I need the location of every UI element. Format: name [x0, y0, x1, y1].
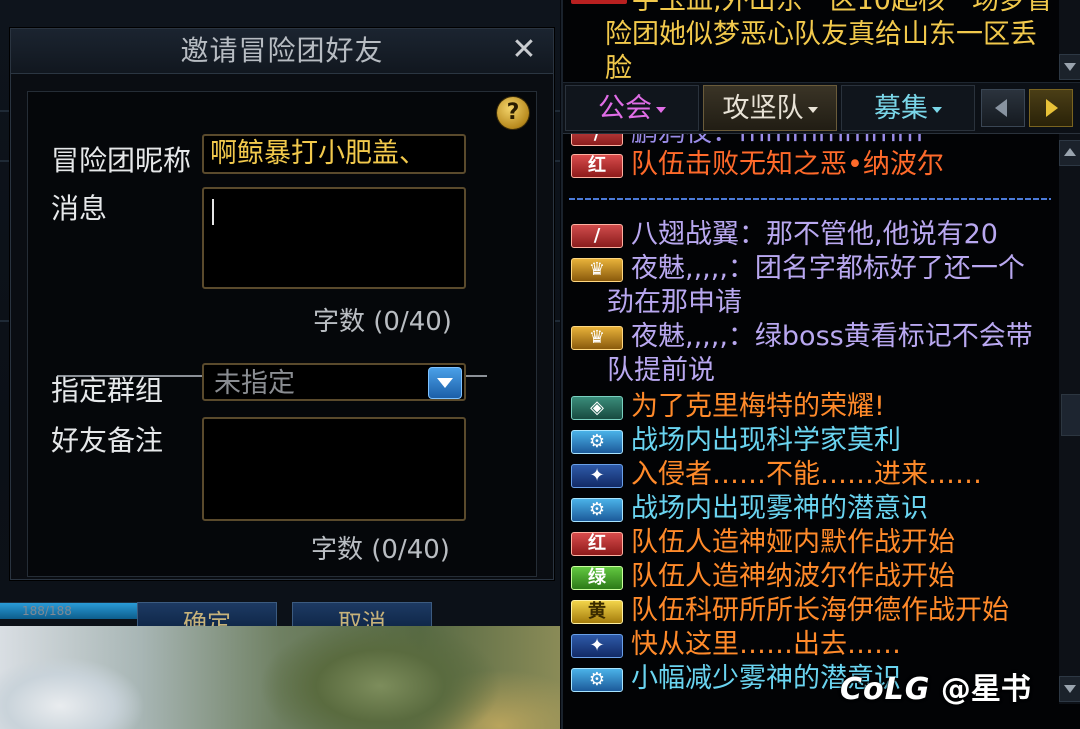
chat-message-text: 队提前说	[607, 355, 715, 386]
dialog-title: 邀请冒险团好友	[180, 34, 384, 67]
watermark: CoLG @星书	[840, 664, 1031, 708]
hp-bar: 188/188	[0, 602, 140, 619]
chat-message-text: 夜魅,,,,,：团名字都标好了还一个	[631, 253, 1025, 284]
slash-icon: /	[571, 224, 623, 248]
red-team-icon: 红	[571, 154, 623, 178]
caret-down-icon	[656, 106, 666, 113]
scroll-thumb[interactable]	[1061, 394, 1080, 436]
top-scrollbar[interactable]	[1059, 0, 1080, 80]
message-char-counter: 字数 (0/40)	[313, 307, 452, 337]
gear-icon: ⚙	[571, 668, 623, 692]
chat-message-text: 夜魅,,,,,：绿boss黄看标记不会带	[631, 321, 1033, 352]
yellow-team-icon: 黄	[571, 600, 623, 624]
red-team-icon: 红	[571, 532, 623, 556]
tab-guild[interactable]: 公会	[565, 85, 699, 131]
caret-down-icon	[807, 106, 818, 113]
close-icon[interactable]: ✕	[507, 33, 541, 67]
crown-icon: ♛	[571, 258, 623, 282]
chevron-right-icon[interactable]	[1029, 89, 1073, 127]
chat-message-text: 队伍人造神纳波尔作战开始	[631, 561, 955, 592]
group-label: 指定群组	[51, 374, 164, 407]
note-label: 好友备注	[51, 424, 164, 457]
green-team-icon: 绿	[571, 566, 623, 590]
nickname-field[interactable]: 啊鲸暴打小肥盖、	[202, 134, 466, 174]
chat-message-text: 劲在那申请	[607, 287, 742, 318]
group-select-value: 未指定	[214, 368, 295, 399]
chat-message-text: 队伍人造神娅内默作战开始	[631, 527, 955, 558]
nickname-label: 冒险团昵称	[51, 144, 192, 177]
character-artwork	[0, 626, 560, 729]
scroll-down-icon[interactable]	[1059, 54, 1080, 80]
dialog-titlebar[interactable]: 邀请冒险团好友 ✕	[11, 29, 553, 74]
tab-guild-label: 公会	[598, 93, 652, 124]
chat-message-text: 八翅战翼：那不管他,他说有20	[631, 219, 998, 250]
group-select[interactable]: 未指定	[202, 363, 466, 401]
hp-text: 188/188	[22, 604, 72, 618]
chat-message-text: 战场内出现科学家莫利	[631, 425, 901, 456]
tab-raid-label: 攻坚队	[722, 93, 804, 124]
system-separator	[569, 198, 1051, 200]
chat-top-area: 一手玉皿,外山东一区10起核一场梦冒 险团她似梦恶心队友真给山东一区丢脸 脸	[563, 0, 1060, 80]
caret-down-icon	[932, 106, 942, 113]
chevron-left-icon[interactable]	[981, 89, 1025, 127]
chat-message-list[interactable]: /鹏鸦夜：mmmmmmm红队伍击败无知之恶•纳波尔/八翅战翼：那不管他,他说有2…	[563, 134, 1060, 729]
watermark-author: @星书	[940, 672, 1031, 707]
text-caret	[212, 199, 214, 225]
chat-message-text: 队伍击败无知之恶•纳波尔	[631, 149, 944, 180]
chat-tabs: 公会 攻坚队 募集	[563, 82, 1080, 134]
note-input[interactable]	[202, 417, 466, 521]
portrait-icon: ✦	[571, 464, 623, 488]
tab-recruit[interactable]: 募集	[841, 85, 975, 131]
chat-message-text: 队伍科研所所长海伊德作战开始	[631, 595, 1009, 626]
invite-friend-dialog: 邀请冒险团好友 ✕ ? 冒险团昵称 啊鲸暴打小肥盖、 消息 字数 (0/40) …	[10, 28, 554, 580]
tab-recruit-label: 募集	[874, 93, 928, 124]
chat-top-message: 一手玉皿,外山东一区10起核一场梦冒 险团她似梦恶心队友真给山东一区丢脸 脸	[605, 0, 1055, 80]
chat-message-text: 战场内出现雾神的潜意识	[631, 493, 928, 524]
chat-top-line: 险团她似梦恶心队友真给山东一区丢脸	[605, 19, 1037, 80]
help-icon[interactable]: ?	[497, 97, 529, 129]
gear-icon: ⚙	[571, 498, 623, 522]
chat-message-text: 为了克里梅特的荣耀!	[631, 391, 885, 422]
chat-message-text: 入侵者……不能……进来……	[631, 459, 982, 490]
note-char-counter: 字数 (0/40)	[311, 535, 450, 565]
slash-icon: /	[571, 134, 623, 146]
chevron-down-icon[interactable]	[428, 367, 462, 399]
gear-icon: ⚙	[571, 430, 623, 454]
scroll-up-icon[interactable]	[1059, 140, 1080, 166]
tab-raid[interactable]: 攻坚队	[703, 85, 837, 131]
portrait-icon: ✦	[571, 634, 623, 658]
scroll-down-icon[interactable]	[1059, 676, 1080, 702]
message-input[interactable]	[202, 187, 466, 289]
chat-top-line: 一手玉皿,外山东一区10起核一场梦冒	[605, 0, 1053, 16]
crown-icon: ♛	[571, 326, 623, 350]
chat-scrollbar[interactable]	[1059, 134, 1080, 704]
portrait-icon: ◈	[571, 396, 623, 420]
message-label: 消息	[51, 192, 108, 225]
colg-logo: CoLG	[840, 672, 931, 707]
chat-message-text: 快从这里……出去……	[631, 629, 901, 660]
chat-panel: 一手玉皿,外山东一区10起核一场梦冒 险团她似梦恶心队友真给山东一区丢脸 脸 公…	[561, 0, 1080, 729]
